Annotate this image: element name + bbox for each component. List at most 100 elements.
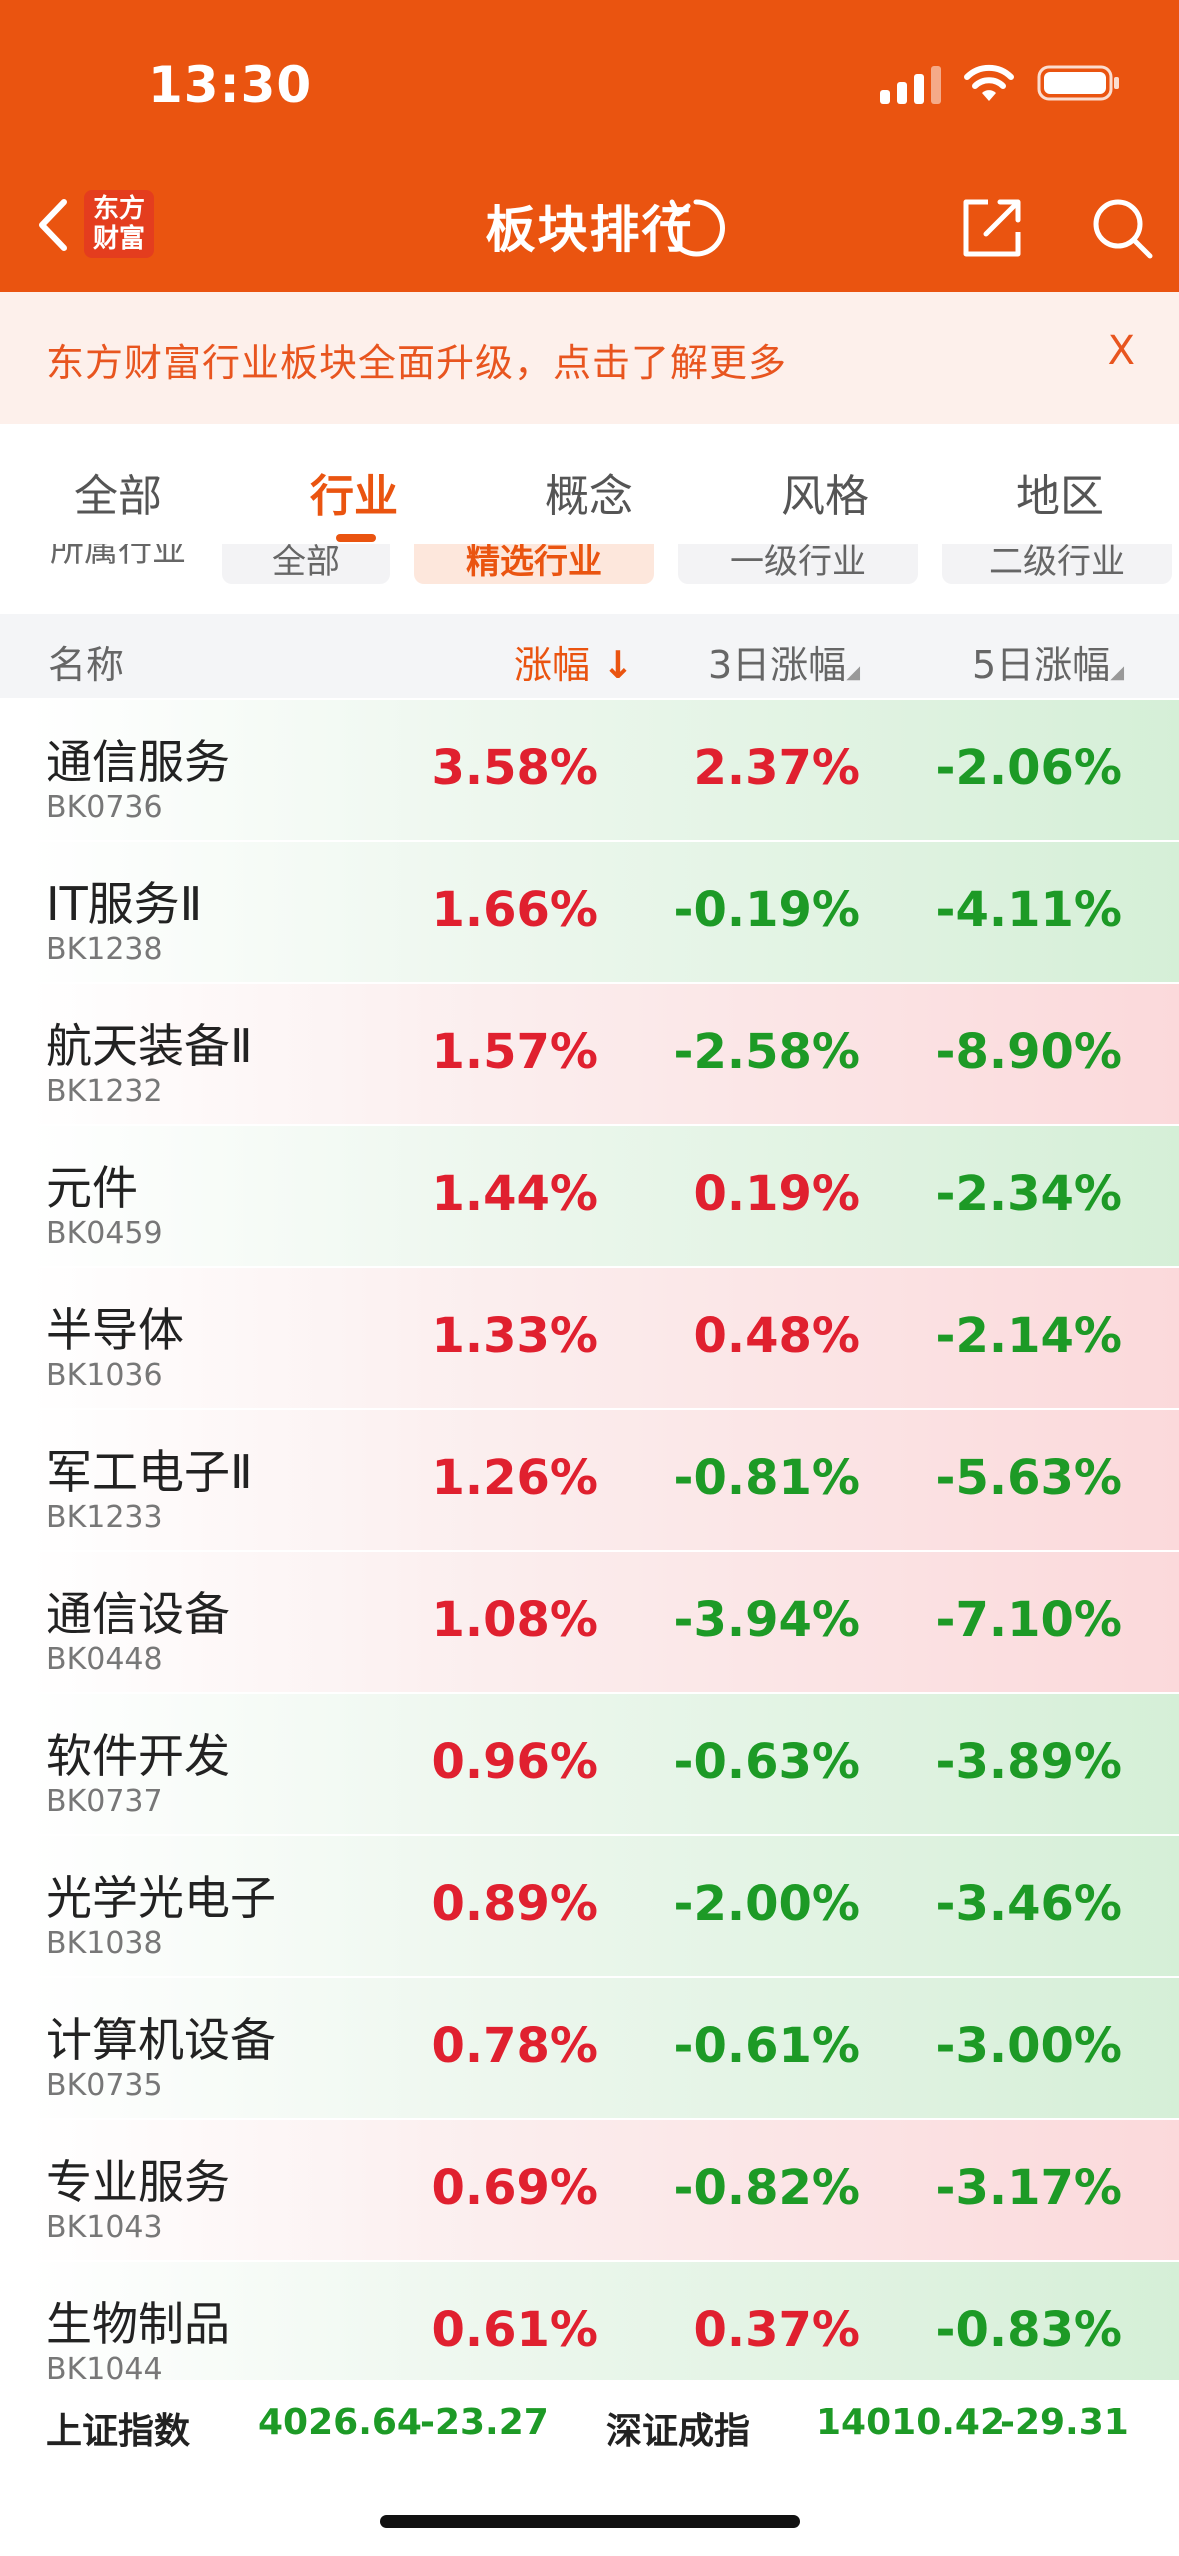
table-row[interactable]: 通信服务 BK0736 3.58% 2.37% -2.06% <box>30 700 1179 842</box>
change-5d-value: -2.34% <box>935 1166 1122 1222</box>
search-icon[interactable] <box>1090 196 1154 264</box>
change-3d-value: 0.37% <box>693 2302 860 2358</box>
sector-name: 光学光电子 <box>46 1871 276 1925</box>
wifi-icon <box>963 63 1015 103</box>
category-tabs: 全部 行业 概念 风格 地区 <box>0 424 1179 544</box>
index-change: -29.31 <box>1000 2402 1129 2443</box>
col-change-sort[interactable]: 涨幅 ↓ <box>514 634 634 689</box>
change-5d-value: -3.17% <box>935 2160 1122 2216</box>
change-5d-value: -0.83% <box>935 2302 1122 2358</box>
sector-name: 软件开发 <box>46 1729 230 1783</box>
change-5d-value: -3.89% <box>935 1734 1122 1790</box>
table-row[interactable]: 生物制品 BK1044 0.61% 0.37% -0.83% <box>30 2262 1179 2382</box>
notice-text: 东方财富行业板块全面升级，点击了解更多 <box>46 341 788 385</box>
table-row[interactable]: 光学光电子 BK1038 0.89% -2.00% -3.46% <box>30 1836 1179 1978</box>
table-row[interactable]: 专业服务 BK1043 0.69% -0.82% -3.17% <box>30 2120 1179 2262</box>
change-5d-value: -8.90% <box>935 1024 1122 1080</box>
sector-code: BK1233 <box>46 1500 163 1535</box>
sector-name: 元件 <box>46 1161 138 1215</box>
sector-code: BK1044 <box>46 2352 163 2382</box>
sector-name: 通信服务 <box>46 735 230 789</box>
change-5d-value: -5.63% <box>935 1450 1122 1506</box>
col-change-5d[interactable]: 5日涨幅◢ <box>972 634 1124 689</box>
sector-code: BK0459 <box>46 1216 163 1251</box>
change-3d-value: 0.48% <box>693 1308 860 1364</box>
sector-code: BK1036 <box>46 1358 163 1393</box>
share-icon[interactable] <box>960 196 1024 264</box>
chip-all[interactable]: 全部 <box>222 544 390 584</box>
sector-name: 生物制品 <box>46 2297 230 2351</box>
top-header: 13:30 东方 财富 板块排行 <box>0 0 1179 292</box>
change-3d-value: -0.82% <box>673 2160 860 2216</box>
change-3d-value: -0.19% <box>673 882 860 938</box>
chip-featured[interactable]: 精选行业 <box>414 544 654 584</box>
sector-code: BK0736 <box>46 790 163 825</box>
change-value: 1.26% <box>431 1450 598 1506</box>
index-value: 14010.42 <box>816 2402 1006 2443</box>
upgrade-notice[interactable]: 东方财富行业板块全面升级，点击了解更多 X <box>0 292 1179 424</box>
tab-region[interactable]: 地区 <box>1016 460 1104 524</box>
tab-concept[interactable]: 概念 <box>545 460 633 524</box>
home-indicator <box>380 2515 800 2528</box>
table-row[interactable]: 软件开发 BK0737 0.96% -0.63% -3.89% <box>30 1694 1179 1836</box>
sector-name: 军工电子Ⅱ <box>46 1445 253 1499</box>
change-value: 0.61% <box>431 2302 598 2358</box>
change-3d-value: 0.19% <box>693 1166 860 1222</box>
sector-list: 通信服务 BK0736 3.58% 2.37% -2.06% IT服务Ⅱ BK1… <box>30 700 1179 2382</box>
chip-level1[interactable]: 一级行业 <box>678 544 918 584</box>
table-row[interactable]: 军工电子Ⅱ BK1233 1.26% -0.81% -5.63% <box>30 1410 1179 1552</box>
table-row[interactable]: 半导体 BK1036 1.33% 0.48% -2.14% <box>30 1268 1179 1410</box>
tab-all[interactable]: 全部 <box>74 460 162 524</box>
sector-code: BK1038 <box>46 1926 163 1961</box>
market-index-bar[interactable]: 上证指数 4026.64 -23.27 深证成指 14010.42 -29.31 <box>0 2388 1179 2468</box>
tab-style[interactable]: 风格 <box>781 460 869 524</box>
change-value: 3.58% <box>431 740 598 796</box>
chip-group-label: 所属行业 <box>50 544 186 570</box>
index-change: -23.27 <box>420 2402 549 2443</box>
sector-name: 航天装备Ⅱ <box>46 1019 253 1073</box>
sector-code: BK0737 <box>46 1784 163 1819</box>
refresh-icon[interactable] <box>664 196 728 264</box>
change-5d-value: -4.11% <box>935 882 1122 938</box>
change-value: 0.69% <box>431 2160 598 2216</box>
col-change-3d[interactable]: 3日涨幅◢ <box>708 634 860 689</box>
change-5d-value: -3.00% <box>935 2018 1122 2074</box>
index-name: 深证成指 <box>606 2411 751 2452</box>
change-value: 0.89% <box>431 1876 598 1932</box>
change-5d-value: -3.46% <box>935 1876 1122 1932</box>
industry-filter-chips: 所属行业 全部 精选行业 一级行业 二级行业 <box>0 544 1179 614</box>
chip-level2[interactable]: 二级行业 <box>942 544 1172 584</box>
sector-code: BK0735 <box>46 2068 163 2103</box>
sector-code: BK1232 <box>46 1074 163 1109</box>
sector-name: 通信设备 <box>46 1587 230 1641</box>
table-row[interactable]: IT服务Ⅱ BK1238 1.66% -0.19% -4.11% <box>30 842 1179 984</box>
index-name: 上证指数 <box>46 2411 191 2452</box>
change-3d-value: -0.63% <box>673 1734 860 1790</box>
sector-name: 半导体 <box>46 1303 184 1357</box>
change-value: 1.44% <box>431 1166 598 1222</box>
col-name: 名称 <box>48 643 125 687</box>
change-value: 1.57% <box>431 1024 598 1080</box>
change-3d-value: -2.58% <box>673 1024 860 1080</box>
change-3d-value: -0.81% <box>673 1450 860 1506</box>
battery-icon <box>1037 63 1121 103</box>
table-row[interactable]: 航天装备Ⅱ BK1232 1.57% -2.58% -8.90% <box>30 984 1179 1126</box>
tab-industry[interactable]: 行业 <box>310 460 398 524</box>
notice-close-button[interactable]: X <box>1108 328 1135 374</box>
change-3d-value: -2.00% <box>673 1876 860 1932</box>
change-value: 1.08% <box>431 1592 598 1648</box>
sector-code: BK1043 <box>46 2210 163 2245</box>
cellular-signal-icon <box>880 62 941 104</box>
sector-name: 专业服务 <box>46 2155 230 2209</box>
column-headers: 名称 涨幅 ↓ 3日涨幅◢ 5日涨幅◢ <box>0 614 1179 698</box>
table-row[interactable]: 计算机设备 BK0735 0.78% -0.61% -3.00% <box>30 1978 1179 2120</box>
index-value: 4026.64 <box>258 2402 422 2443</box>
change-value: 0.96% <box>431 1734 598 1790</box>
table-row[interactable]: 元件 BK0459 1.44% 0.19% -2.34% <box>30 1126 1179 1268</box>
sector-name: IT服务Ⅱ <box>46 877 203 931</box>
change-5d-value: -2.14% <box>935 1308 1122 1364</box>
change-3d-value: 2.37% <box>693 740 860 796</box>
table-row[interactable]: 通信设备 BK0448 1.08% -3.94% -7.10% <box>30 1552 1179 1694</box>
active-tab-indicator <box>336 534 376 542</box>
change-value: 1.66% <box>431 882 598 938</box>
